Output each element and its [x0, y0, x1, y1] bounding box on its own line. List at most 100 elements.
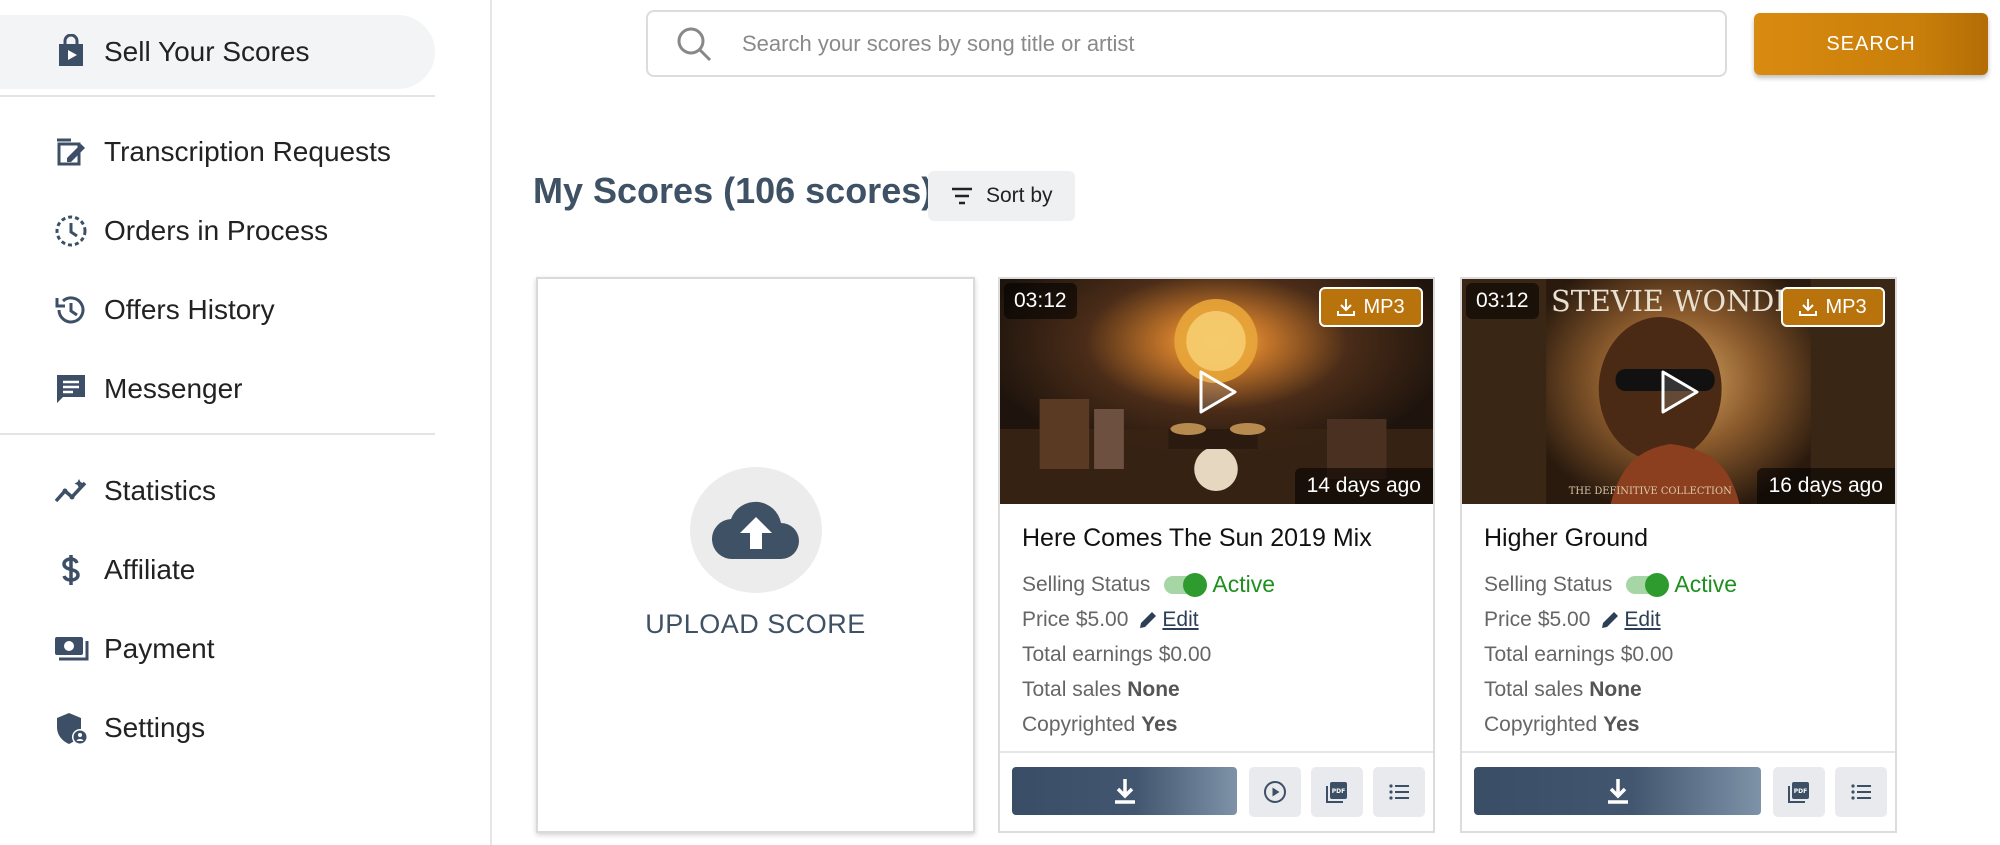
sales-row: Total sales None	[1484, 672, 1885, 707]
store-bag-icon	[52, 33, 90, 71]
earnings-row: Total earnings $0.00	[1484, 637, 1885, 672]
sidebar-item-orders-in-process[interactable]: Orders in Process	[0, 194, 435, 268]
upload-score-label: UPLOAD SCORE	[645, 609, 866, 639]
status-text: Active	[1674, 571, 1738, 597]
upload-icon-circle	[690, 467, 822, 593]
download-score-button[interactable]	[1012, 767, 1237, 815]
sidebar-item-messenger[interactable]: Messenger	[0, 352, 435, 426]
mp3-download-badge[interactable]: MP3	[1781, 287, 1885, 327]
mp3-label: MP3	[1825, 295, 1867, 318]
download-icon	[1337, 299, 1356, 316]
sort-label: Sort by	[986, 184, 1053, 207]
sidebar-divider	[0, 95, 435, 97]
score-details: Here Comes The Sun 2019 Mix Selling Stat…	[1022, 524, 1423, 742]
search-button[interactable]: SEARCH	[1754, 13, 1988, 75]
cover-subtitle-text: THE DEFINITIVE COLLECTION	[1569, 486, 1732, 497]
score-thumbnail: STEVIE WONDER THE DEFINITIVE COLLECTION …	[1462, 279, 1895, 504]
download-icon	[1114, 779, 1135, 804]
price-value: $5.00	[1537, 607, 1591, 631]
download-icon	[1799, 299, 1818, 316]
sidebar-item-label: Offers History	[104, 294, 275, 325]
play-circle-icon	[1264, 781, 1286, 803]
edit-price-link[interactable]: Edit	[1600, 608, 1661, 632]
sales-value: None	[1127, 677, 1180, 701]
earnings-label: Total earnings	[1022, 642, 1153, 666]
sidebar-item-label: Transcription Requests	[104, 136, 391, 167]
sidebar-item-label: Sell Your Scores	[104, 36, 310, 67]
price-label: Price	[1022, 607, 1070, 631]
sales-value: None	[1589, 677, 1642, 701]
cover-artist-text: STEVIE WONDER	[1551, 284, 1818, 318]
chat-icon	[52, 370, 90, 408]
pencil-icon	[1602, 611, 1619, 628]
score-title: Higher Ground	[1484, 524, 1648, 552]
upload-score-card[interactable]: UPLOAD SCORE	[536, 277, 975, 833]
duration-badge: 03:12	[1466, 283, 1539, 319]
copyright-label: Copyrighted	[1484, 712, 1598, 736]
copyright-value: Yes	[1603, 712, 1640, 736]
sales-label: Total sales	[1022, 677, 1122, 701]
selling-status-row: Selling Status Active	[1022, 567, 1423, 602]
sidebar-item-label: Affiliate	[104, 554, 196, 585]
play-icon	[1661, 370, 1698, 413]
sidebar-item-affiliate[interactable]: Affiliate	[0, 533, 435, 607]
selling-status-toggle[interactable]	[1164, 572, 1208, 597]
sidebar-item-transcription-requests[interactable]: Transcription Requests	[0, 115, 435, 189]
page-title: My Scores (106 scores)	[533, 170, 934, 211]
dollar-icon	[52, 551, 90, 589]
search-input[interactable]	[742, 30, 1642, 57]
sidebar: Sell Your Scores Transcription Requests …	[0, 0, 492, 845]
details-list-button[interactable]	[1835, 767, 1887, 817]
earnings-value: $0.00	[1158, 642, 1212, 666]
card-actions: PDF	[1462, 751, 1895, 831]
play-button[interactable]	[1631, 350, 1727, 434]
upload-age: 14 days ago	[1294, 468, 1433, 504]
trend-icon	[52, 472, 90, 510]
price-value: $5.00	[1075, 607, 1129, 631]
copyright-row: Copyrighted Yes	[1022, 707, 1423, 742]
copyright-value: Yes	[1141, 712, 1178, 736]
list-icon	[1389, 784, 1409, 800]
pdf-button[interactable]: PDF	[1773, 767, 1825, 817]
download-icon	[1607, 779, 1628, 804]
selling-status-toggle[interactable]	[1626, 572, 1670, 597]
sidebar-item-payment[interactable]: Payment	[0, 612, 435, 686]
preview-audio-button[interactable]	[1249, 767, 1301, 817]
history-icon	[52, 291, 90, 329]
svg-text:PDF: PDF	[1332, 788, 1345, 795]
sidebar-item-label: Orders in Process	[104, 215, 329, 246]
edit-price-link[interactable]: Edit	[1138, 608, 1199, 632]
cloud-upload-icon	[711, 501, 799, 560]
sidebar-item-label: Statistics	[104, 475, 217, 506]
sort-icon	[952, 187, 972, 205]
download-score-button[interactable]	[1474, 767, 1761, 815]
pdf-button[interactable]: PDF	[1311, 767, 1363, 817]
score-title: Here Comes The Sun 2019 Mix	[1022, 524, 1372, 552]
selling-status-label: Selling Status	[1022, 572, 1151, 596]
shield-user-icon	[52, 709, 90, 747]
mp3-label: MP3	[1363, 295, 1405, 318]
price-row: Price $5.00 Edit	[1022, 602, 1423, 637]
pencil-icon	[1140, 611, 1157, 628]
sidebar-item-offers-history[interactable]: Offers History	[0, 273, 435, 347]
mp3-download-badge[interactable]: MP3	[1319, 287, 1423, 327]
pdf-icon: PDF	[1326, 782, 1347, 803]
selling-status-row: Selling Status Active	[1484, 567, 1885, 602]
details-list-button[interactable]	[1373, 767, 1425, 817]
search-bar	[646, 10, 1727, 77]
cash-icon	[52, 630, 90, 668]
sidebar-item-label: Payment	[104, 633, 215, 664]
upload-age: 16 days ago	[1756, 468, 1895, 504]
sort-button[interactable]: Sort by	[928, 171, 1075, 221]
sidebar-item-label: Messenger	[104, 373, 243, 404]
pdf-icon: PDF	[1788, 782, 1809, 803]
earnings-value: $0.00	[1620, 642, 1674, 666]
play-button[interactable]	[1169, 350, 1265, 434]
sidebar-item-settings[interactable]: Settings	[0, 691, 435, 765]
sidebar-item-label: Settings	[104, 712, 206, 743]
svg-text:PDF: PDF	[1794, 788, 1807, 795]
card-actions: PDF	[1000, 751, 1433, 831]
sidebar-item-sell-your-scores[interactable]: Sell Your Scores	[0, 15, 435, 89]
score-thumbnail: 03:12 MP3 14 days ago	[1000, 279, 1433, 504]
sidebar-item-statistics[interactable]: Statistics	[0, 454, 435, 528]
